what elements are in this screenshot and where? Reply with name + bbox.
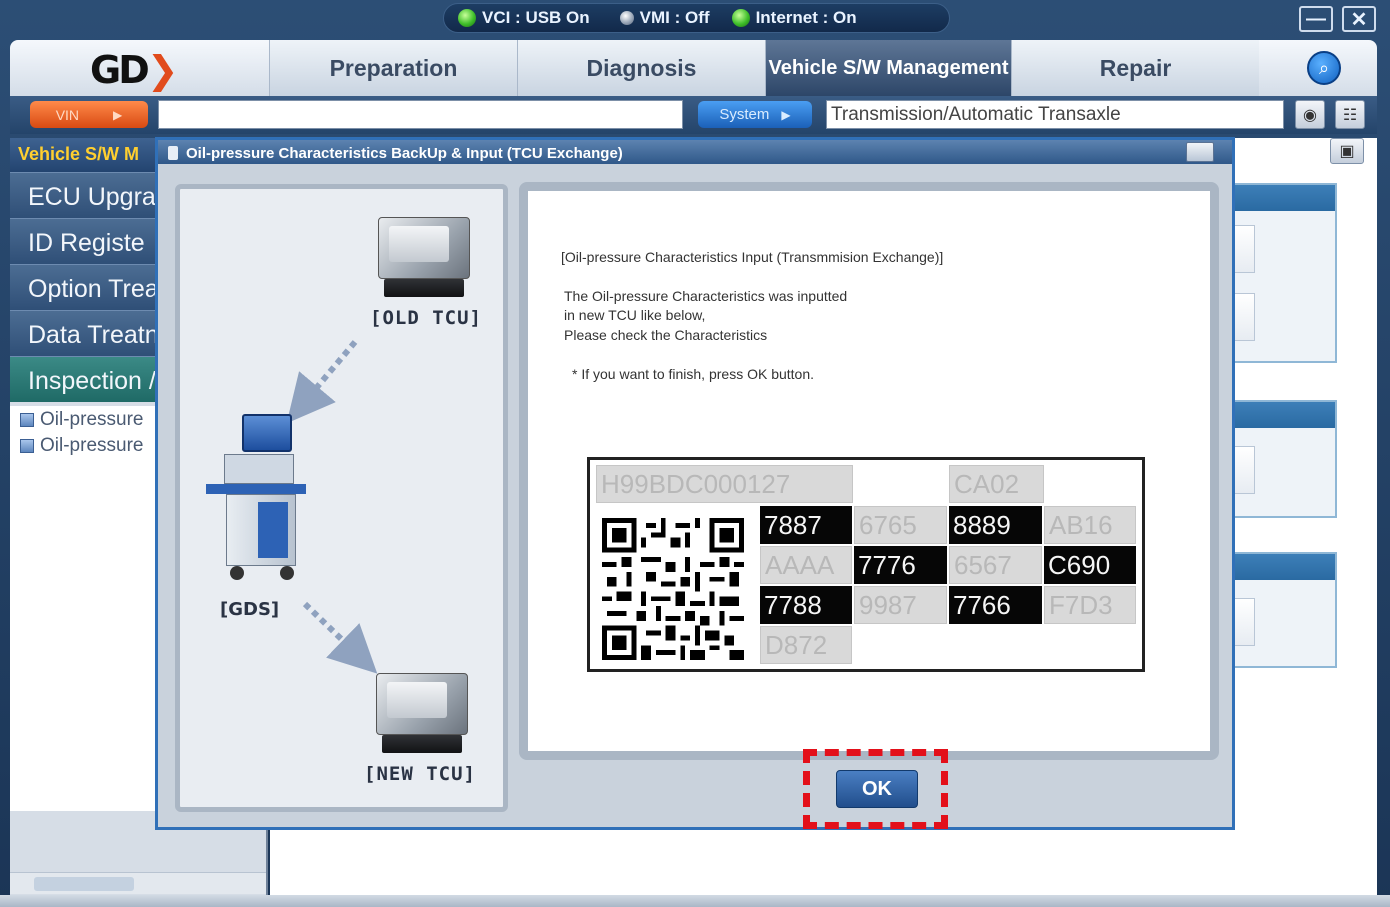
code-cell: 7766 <box>949 586 1042 624</box>
sidebar-scrollbar[interactable] <box>10 872 266 894</box>
vehicle-toolbar: VIN ▶ System ▶ Transmission/Automatic Tr… <box>10 96 1377 134</box>
code-cell: 9987 <box>854 586 947 624</box>
dialog-close-button[interactable] <box>1186 142 1214 162</box>
oil-pressure-code-table: H99BDC000127 CA02 7887 6765 8889 AB16 AA… <box>587 457 1145 672</box>
code-cell: AB16 <box>1044 506 1136 544</box>
gds-label: [GDS] <box>220 599 280 620</box>
dialog-icon <box>168 146 178 160</box>
vci-led-icon <box>458 9 476 27</box>
layout-icon[interactable]: ☷ <box>1335 100 1365 129</box>
finish-note: * If you want to finish, press OK button… <box>572 366 815 382</box>
code-cell: 7887 <box>760 506 852 544</box>
vmi-led-icon <box>619 11 634 25</box>
gds-logo: GD❯ <box>90 48 179 92</box>
tcu-exchange-illustration: [OLD TCU] [GDS] [NEW TCU] <box>175 184 508 812</box>
vci-status: VCI : USB On <box>458 8 590 28</box>
tree-item-label: Oil-pressure <box>40 409 144 430</box>
minimize-button[interactable]: — <box>1299 6 1333 32</box>
characteristics-panel: [Oil-pressure Characteristics Input (Tra… <box>519 182 1219 760</box>
arrow-right-icon: ▶ <box>781 107 791 122</box>
document-icon <box>20 439 34 453</box>
vmi-status-label: VMI : Off <box>639 8 710 27</box>
code-cell: D872 <box>760 626 852 664</box>
serial-number-cell: H99BDC000127 <box>596 465 853 503</box>
code-cell: 7776 <box>854 546 947 584</box>
logo-text: GD <box>90 48 150 92</box>
new-tcu-image <box>376 673 468 753</box>
internet-status-label: Internet : On <box>755 8 857 27</box>
oil-pressure-dialog: Oil-pressure Characteristics BackUp & In… <box>155 137 1235 830</box>
vin-input[interactable] <box>158 100 683 129</box>
dialog-title: Oil-pressure Characteristics BackUp & In… <box>186 144 623 162</box>
search-icon[interactable]: ⌕ <box>1307 51 1341 85</box>
tab-preparation[interactable]: Preparation <box>269 40 517 96</box>
gds-cart-image <box>202 414 312 594</box>
system-field[interactable]: Transmission/Automatic Transaxle <box>826 100 1284 129</box>
connection-status-bar: VCI : USB On VMI : Off Internet : On <box>443 3 950 33</box>
ok-button[interactable]: OK <box>836 770 918 808</box>
internet-status: Internet : On <box>731 8 857 28</box>
gds-application-window: VCI : USB On VMI : Off Internet : On — ✕… <box>0 0 1390 907</box>
internet-led-icon <box>731 9 750 27</box>
message-line: The Oil-pressure Characteristics was inp… <box>564 288 848 304</box>
scrollbar-thumb[interactable] <box>34 877 134 891</box>
bottom-taskbar-strip <box>0 895 1390 907</box>
code-cell: F7D3 <box>1044 586 1136 624</box>
characteristics-heading: [Oil-pressure Characteristics Input (Tra… <box>561 249 944 265</box>
new-tcu-label: [NEW TCU] <box>364 763 476 785</box>
vci-status-label: VCI : USB On <box>482 8 590 27</box>
tab-repair[interactable]: Repair <box>1011 40 1259 96</box>
code-cell: 7788 <box>760 586 852 624</box>
message-line: Please check the Characteristics <box>564 327 768 343</box>
code-cell: C690 <box>1044 546 1136 584</box>
code-cell: AAAA <box>760 546 852 584</box>
tab-diagnosis[interactable]: Diagnosis <box>517 40 765 96</box>
tab-vehicle-sw-management[interactable]: Vehicle S/W Management <box>765 40 1011 96</box>
system-button-label: System <box>719 106 770 123</box>
screenshot-icon[interactable]: ◉ <box>1295 100 1325 129</box>
logo-mark-icon: ❯ <box>146 48 179 92</box>
code-cell: 6765 <box>854 506 947 544</box>
arrow-right-icon: ▶ <box>113 107 123 122</box>
code-cell: 6567 <box>949 546 1042 584</box>
document-icon <box>20 413 34 427</box>
version-cell: CA02 <box>949 465 1044 503</box>
vin-button-label: VIN <box>55 106 80 123</box>
code-cell: 8889 <box>949 506 1042 544</box>
panel-settings-icon[interactable]: ▣ <box>1330 138 1364 164</box>
qr-code-icon <box>602 518 744 660</box>
system-button[interactable]: System ▶ <box>698 101 812 128</box>
tree-item-label: Oil-pressure <box>40 435 144 456</box>
vmi-status: VMI : Off <box>619 8 710 28</box>
message-line: in new TCU like below, <box>564 307 706 323</box>
close-window-button[interactable]: ✕ <box>1342 6 1376 32</box>
dialog-title-bar: Oil-pressure Characteristics BackUp & In… <box>158 140 1232 164</box>
vin-button[interactable]: VIN ▶ <box>30 101 148 128</box>
main-menu-bar: GD❯ Preparation Diagnosis Vehicle S/W Ma… <box>10 40 1377 96</box>
